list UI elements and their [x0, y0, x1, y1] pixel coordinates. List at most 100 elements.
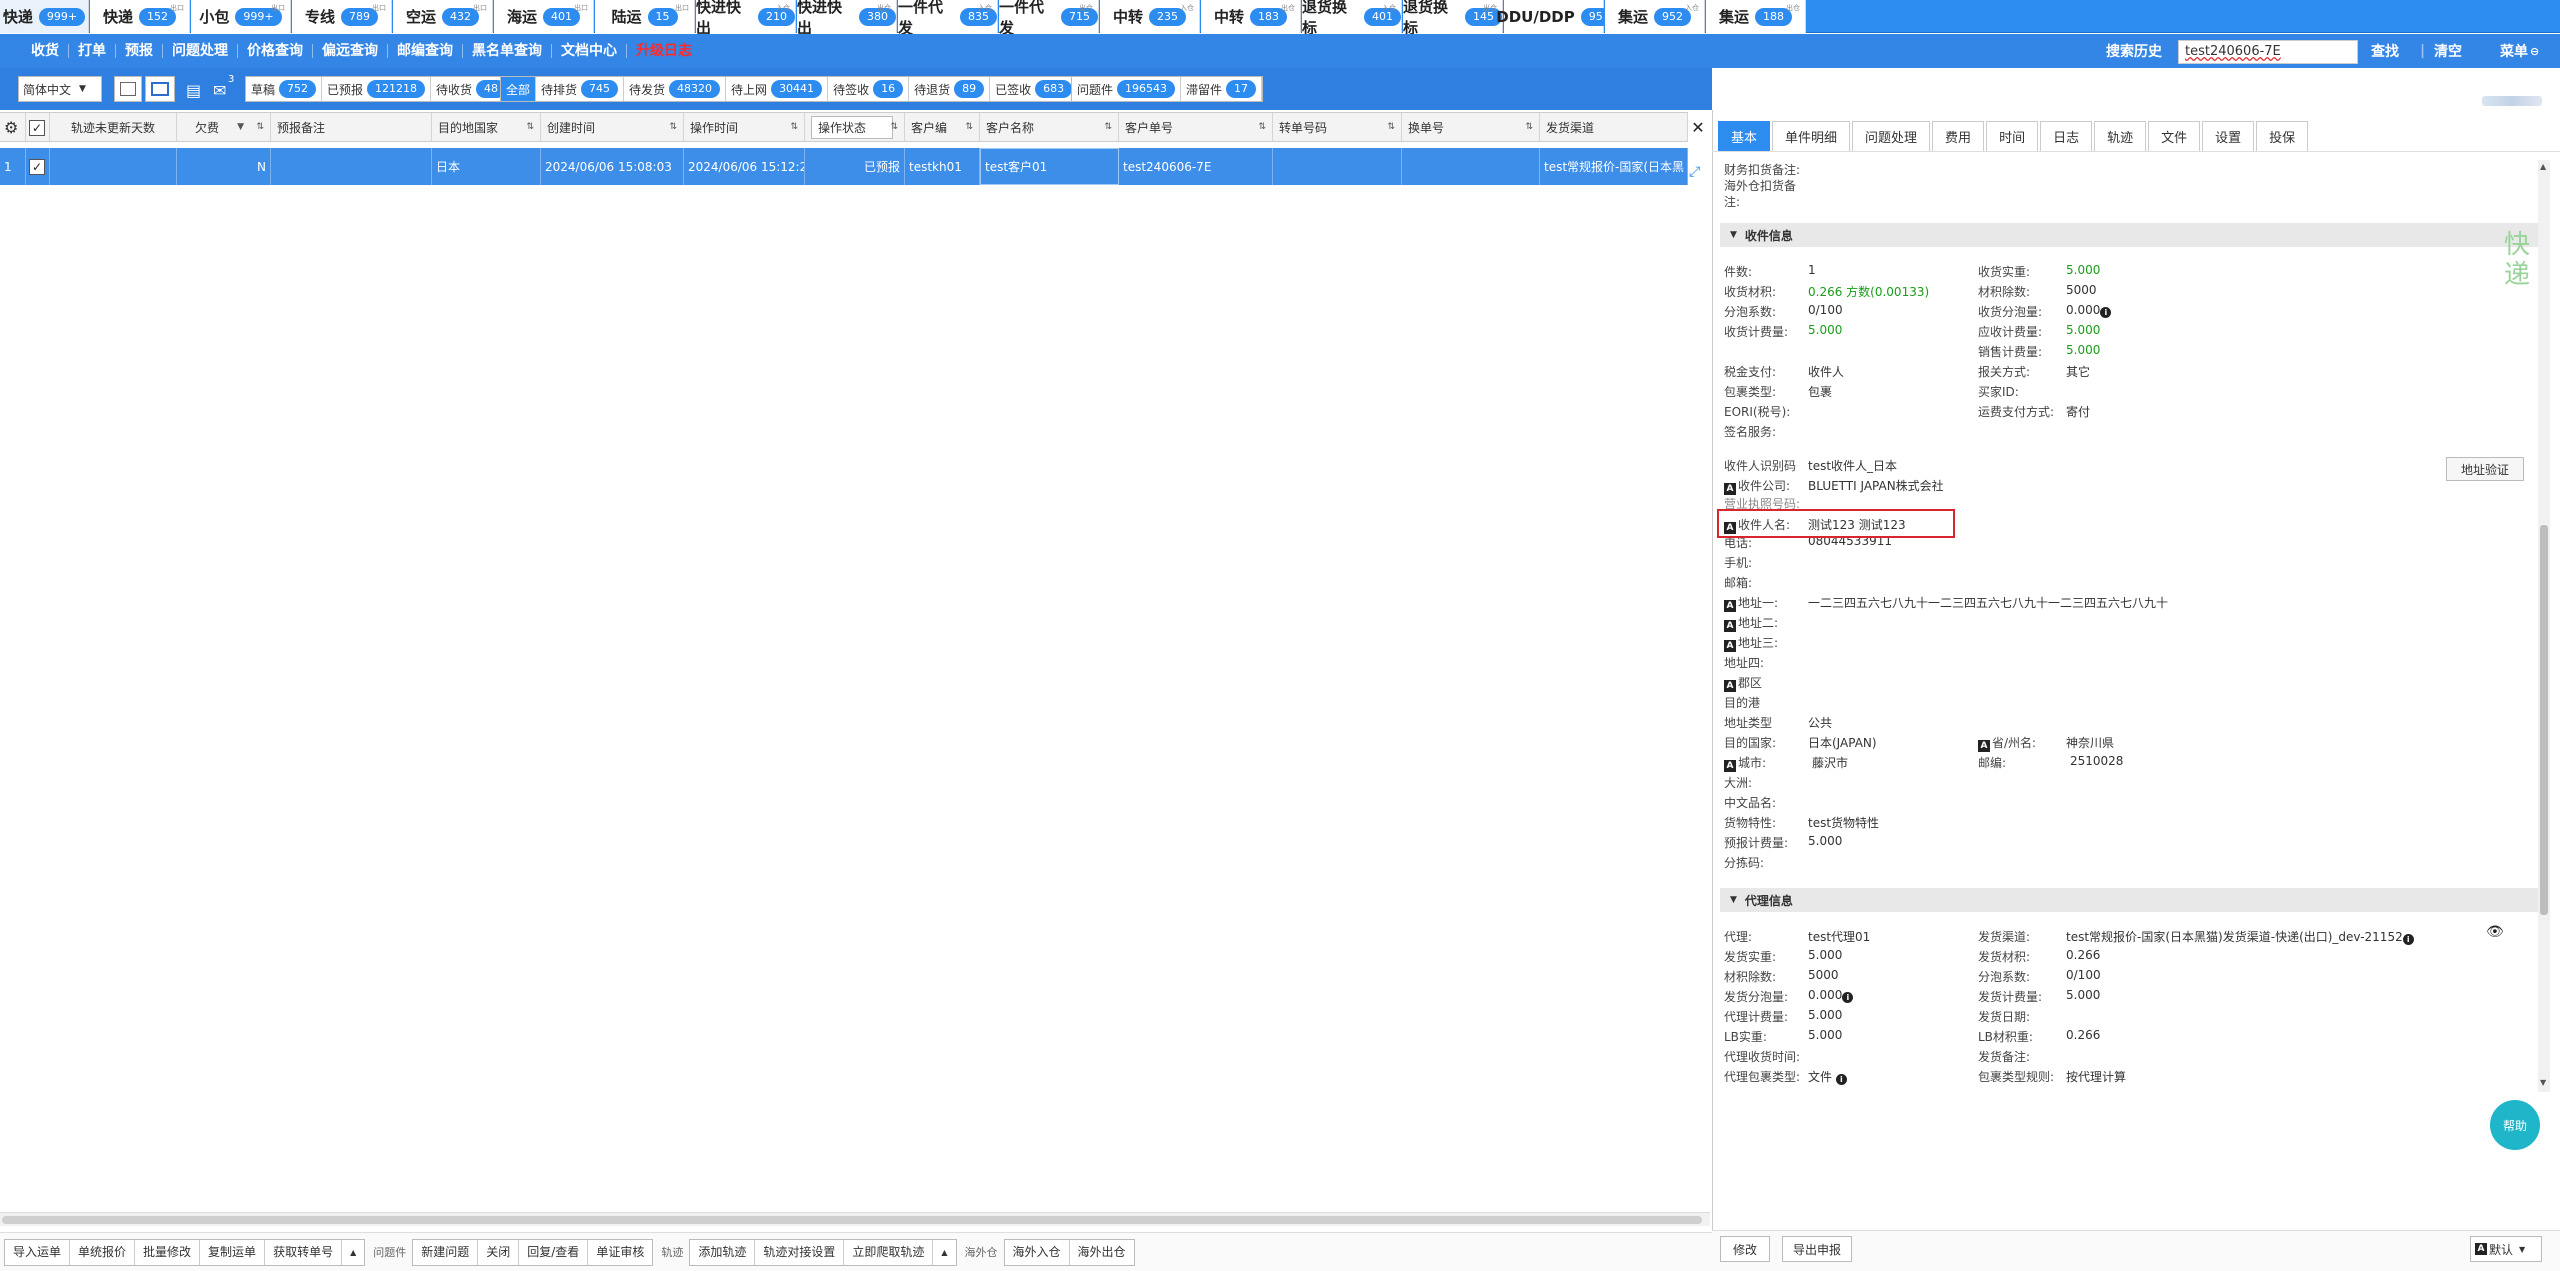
status-chip[interactable]: 待上网 30441 — [726, 77, 829, 101]
col-header-cust-code[interactable]: 客户编 ⇅ — [905, 113, 980, 142]
col-header-arrears[interactable]: 欠费 ▼ ⇅ — [177, 113, 271, 142]
expand-icon[interactable]: ⤢ — [1689, 164, 1707, 182]
edit-button[interactable]: 修改 — [1720, 1236, 1770, 1262]
detail-tab-8[interactable]: 设置 — [2202, 121, 2255, 151]
caret-up-icon[interactable]: ▲ — [933, 1240, 955, 1265]
settings-gear-icon[interactable]: ⚙ — [0, 113, 26, 142]
toolbar-button[interactable]: 关闭 — [478, 1239, 520, 1265]
detail-tab-5[interactable]: 日志 — [2040, 121, 2093, 151]
translate-icon[interactable]: A — [1724, 760, 1736, 772]
top-tab-3[interactable]: 专线 789 出口 — [292, 0, 392, 33]
horizontal-scrollbar[interactable] — [0, 1212, 1710, 1226]
toolbar-button[interactable]: 新建问题 — [413, 1239, 479, 1265]
top-tab-5[interactable]: 海运 401 出口 — [494, 0, 594, 33]
detail-tab-0[interactable]: 基本 — [1718, 121, 1771, 151]
col-header-transfer-no[interactable]: 转单号码 ⇅ — [1273, 113, 1402, 142]
status-chip[interactable]: 已预报 121218 — [322, 77, 432, 101]
col-header-cust-no[interactable]: 客户单号 ⇅ — [1119, 113, 1273, 142]
top-tab-1[interactable]: 快递 152 出口 — [90, 0, 190, 33]
col-header-remark[interactable]: 预报备注 — [271, 113, 432, 142]
top-tab-9[interactable]: 一件代发 835 入仓 — [898, 0, 998, 37]
top-tab-17[interactable]: 集运 188 出仓 — [1706, 0, 1806, 33]
top-tab-2[interactable]: 小包 999+ 出口 — [191, 0, 291, 33]
top-tab-4[interactable]: 空运 432 出口 — [393, 0, 493, 33]
top-tab-16[interactable]: 集运 952 入仓 — [1605, 0, 1705, 33]
translate-icon[interactable]: A — [1724, 680, 1736, 692]
menu-item[interactable]: 打单 — [69, 44, 116, 58]
split-view-icon[interactable] — [145, 76, 175, 102]
caret-up-icon[interactable]: ▲ — [342, 1240, 364, 1265]
toolbar-button[interactable]: 轨迹对接设置 — [755, 1239, 845, 1265]
language-select[interactable]: 简体中文 ▼ — [18, 76, 102, 102]
translate-icon[interactable]: A — [1978, 740, 1990, 752]
toolbar-button[interactable]: 复制运单 — [200, 1239, 266, 1265]
toolbar-button[interactable]: 单证审核 — [588, 1240, 652, 1265]
col-header-track-days[interactable]: 轨迹未更新天数 — [50, 113, 177, 142]
export-declaration-button[interactable]: 导出申报 — [1782, 1236, 1852, 1262]
toolbar-button[interactable]: 海外出仓 — [1070, 1240, 1134, 1265]
vertical-scrollbar[interactable] — [2538, 160, 2550, 1092]
close-panel-icon[interactable]: ✕ — [1687, 118, 1709, 140]
toolbar-button[interactable]: 导入运单 — [5, 1239, 71, 1265]
top-tab-8[interactable]: 快进快出 380 出仓 — [797, 0, 897, 37]
top-tab-6[interactable]: 陆运 15 出口 — [595, 0, 695, 33]
select-all-checkbox[interactable]: ✓ — [26, 113, 50, 142]
col-header-cust-name[interactable]: 客户名称 ⇅ — [980, 113, 1119, 142]
col-header-country[interactable]: 目的地国家 ⇅ — [432, 113, 541, 142]
menu-item[interactable]: 邮编查询 — [388, 44, 463, 58]
info-icon[interactable]: i — [1835, 1074, 1847, 1085]
chevron-down-icon[interactable]: ⊖ — [2530, 34, 2539, 68]
search-history-link[interactable]: 搜索历史 — [2106, 34, 2162, 68]
status-chip[interactable]: 待签收 16 — [828, 77, 910, 101]
detail-tab-9[interactable]: 投保 — [2256, 121, 2309, 151]
detail-tab-2[interactable]: 问题处理 — [1852, 121, 1931, 151]
detail-tab-4[interactable]: 时间 — [1986, 121, 2039, 151]
col-header-channel[interactable]: 发货渠道 — [1540, 113, 1688, 142]
col-header-swap-no[interactable]: 换单号 ⇅ — [1402, 113, 1540, 142]
section-recipient-header[interactable]: ▼ 收件信息 — [1720, 223, 2538, 247]
col-header-status[interactable]: 操作状态 ⇅ — [805, 113, 905, 142]
help-button[interactable]: 帮助 — [2490, 1100, 2540, 1150]
address-verify-button[interactable]: 地址验证 — [2446, 457, 2524, 481]
toolbar-button[interactable]: 批量修改 — [135, 1239, 201, 1265]
detail-tab-1[interactable]: 单件明细 — [1772, 121, 1851, 151]
top-tab-11[interactable]: 中转 235 入仓 — [1100, 0, 1200, 33]
clear-button[interactable]: 清空 — [2434, 34, 2462, 68]
menu-item[interactable]: 黑名单查询 — [463, 44, 552, 58]
row-checkbox[interactable]: ✓ — [26, 148, 50, 185]
default-select[interactable]: A 默认 ▼ — [2470, 1236, 2542, 1262]
status-chip[interactable]: 问题件 196543 — [1072, 77, 1182, 101]
section-agent-header[interactable]: ▼ 代理信息 — [1720, 888, 2538, 912]
col-header-operated[interactable]: 操作时间 ⇅ — [684, 113, 805, 142]
detail-tab-6[interactable]: 轨迹 — [2094, 121, 2147, 151]
mail-icon[interactable]: ✉ — [213, 81, 226, 100]
toolbar-button[interactable]: 回复/查看 — [519, 1239, 589, 1265]
top-tab-12[interactable]: 中转 183 出仓 — [1201, 0, 1301, 33]
status-chip-all[interactable]: 全部 — [501, 77, 537, 101]
status-chip[interactable]: 待排货 745 — [536, 77, 625, 101]
status-chip[interactable]: 草稿 752 — [246, 77, 323, 101]
status-chip[interactable]: 已签收 683 — [990, 77, 1079, 101]
status-chip[interactable]: 滞留件 17 — [1181, 77, 1263, 101]
menu-item[interactable]: 偏远查询 — [313, 44, 388, 58]
menu-item[interactable]: 问题处理 — [163, 44, 238, 58]
document-icon[interactable]: ▤ — [186, 81, 201, 100]
eye-icon[interactable]: 👁 — [2486, 924, 2504, 940]
scroll-up-icon[interactable]: ▲ — [2540, 162, 2546, 171]
translate-icon[interactable]: A — [1724, 640, 1736, 652]
translate-icon[interactable]: A — [1724, 600, 1736, 612]
info-icon[interactable]: i — [1842, 992, 1854, 1003]
menu-item[interactable]: 收货 — [22, 44, 69, 58]
top-tab-15[interactable]: DDU/DDP 95 — [1496, 0, 1611, 33]
top-tab-0[interactable]: 快递 999+ — [0, 0, 89, 33]
translate-icon[interactable]: A — [1724, 620, 1736, 632]
menu-item[interactable]: 价格查询 — [238, 44, 313, 58]
toolbar-button[interactable]: 海外入仓 — [1005, 1239, 1070, 1265]
toolbar-button[interactable]: 添加轨迹 — [690, 1239, 756, 1265]
single-view-icon[interactable] — [114, 76, 142, 102]
top-tab-7[interactable]: 快进快出 210 入仓 — [696, 0, 796, 37]
scroll-down-icon[interactable]: ▼ — [2540, 1078, 2546, 1087]
status-chip[interactable]: 待退货 89 — [909, 77, 991, 101]
top-tab-10[interactable]: 一件代发 715 出仓 — [999, 0, 1099, 37]
detail-tab-7[interactable]: 文件 — [2148, 121, 2201, 151]
